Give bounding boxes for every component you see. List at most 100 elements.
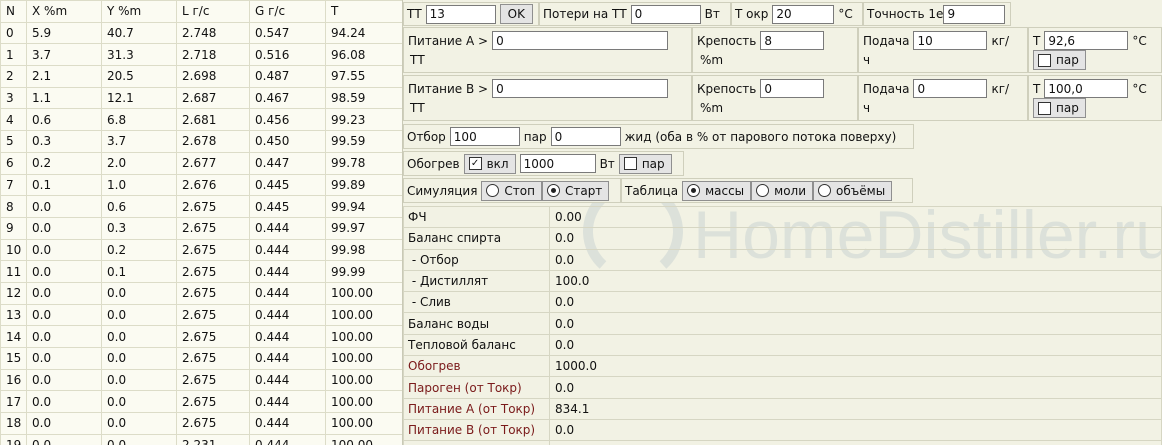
feed-b-supply-cell: Подача кг/ ч	[858, 75, 1028, 121]
cell-y: 20.5	[101, 65, 177, 88]
takeoff-steam-input[interactable]	[550, 127, 621, 146]
tablemode-label: Таблица	[625, 183, 679, 198]
tokr-input[interactable]	[772, 4, 835, 24]
cell-t: 98.59	[325, 86, 402, 110]
cell-x: 1.1	[26, 86, 102, 110]
result-label: - Отбор	[403, 248, 550, 271]
loss-label: Потери на ТТ	[543, 7, 627, 21]
table-row: 15 0.0 0.0 2.675 0.444 100.00	[0, 347, 402, 370]
tablemode-mole-radio[interactable]: моли	[751, 180, 814, 201]
cell-x: 0.0	[26, 325, 102, 348]
table-row: 10 0.0 0.2 2.675 0.444 99.98	[0, 238, 402, 262]
cell-t: 100.00	[325, 390, 402, 414]
result-label: Питание А (от Токр)	[403, 397, 550, 420]
precision-input[interactable]	[943, 4, 1006, 24]
simulation-start-label: Старт	[564, 183, 603, 198]
cell-l: 2.676	[176, 173, 250, 197]
takeoff-row: Отбор пар жид (оба в % от парового поток…	[403, 124, 914, 149]
table-row: 16 0.0 0.0 2.675 0.444 100.00	[0, 368, 402, 392]
heating-power-input[interactable]	[519, 154, 596, 173]
cell-x: 0.3	[26, 130, 102, 153]
feed-a-strength-input[interactable]	[760, 31, 825, 50]
tablemode-mass-radio[interactable]: массы	[682, 180, 752, 201]
table-row: 17 0.0 0.0 2.675 0.444 100.00	[0, 390, 402, 414]
col-header-l: L г/с	[176, 0, 250, 23]
feed-b-t-unit: °С	[1132, 81, 1147, 96]
cell-g: 0.444	[249, 216, 326, 240]
cell-x: 0.6	[26, 108, 102, 132]
cell-g: 0.445	[249, 195, 326, 218]
feed-b-t-input[interactable]	[1044, 79, 1129, 98]
feed-b-steam-checkbox[interactable]: пар	[1033, 98, 1086, 118]
cell-n: 7	[0, 173, 27, 197]
feed-b-stage-input[interactable]	[492, 79, 669, 98]
feed-a-supply-input[interactable]	[913, 31, 988, 50]
result-value: 834.1	[549, 397, 1162, 420]
cell-n: 1	[0, 43, 27, 67]
feed-a-stage-input[interactable]	[492, 31, 669, 50]
cell-n: 4	[0, 108, 27, 132]
table-row: 1 3.7 31.3 2.718 0.516 96.08	[0, 43, 402, 67]
simulation-start-radio[interactable]: Старт	[541, 180, 610, 201]
tablemode-volume-label: объёмы	[836, 183, 886, 198]
results-panel: ФЧ 0.00 Баланс спирта 0.0 - Отбор 0.0 - Дист…	[403, 205, 1162, 445]
result-label: Баланс спирта	[403, 227, 550, 250]
takeoff-input[interactable]	[449, 127, 520, 146]
stage-table-panel: N X %m Y %m L г/с G г/с T 0 5.9 40.7 2.748 0…	[0, 0, 403, 445]
takeoff-note: жид (оба в % от парового потока поверху)	[624, 129, 897, 144]
simulation-stop-radio[interactable]: Стоп	[481, 180, 542, 201]
cell-l: 2.675	[176, 325, 250, 348]
cell-l: 2.675	[176, 260, 250, 283]
loss-input[interactable]	[630, 4, 701, 24]
cell-y: 0.0	[101, 433, 177, 445]
cell-x: 0.0	[26, 412, 102, 435]
cell-n: 17	[0, 390, 27, 414]
heating-unit: Вт	[599, 156, 615, 171]
cell-l: 2.687	[176, 86, 250, 110]
heating-on-checkbox[interactable]: ✓ вкл	[463, 153, 516, 174]
col-header-x: X %m	[26, 0, 102, 23]
cell-t: 97.55	[325, 65, 402, 88]
cell-g: 0.444	[249, 347, 326, 370]
cell-y: 0.6	[101, 195, 177, 218]
table-row: 190.00.02.2310.444100.00	[0, 433, 402, 445]
cell-n: 10	[0, 238, 27, 262]
cell-t: 100.00	[325, 303, 402, 327]
col-header-t: T	[325, 0, 402, 23]
table-row: 5 0.3 3.7 2.678 0.450 99.59	[0, 130, 402, 153]
feed-b-strength-input[interactable]	[760, 79, 825, 98]
result-value: 0.0	[549, 312, 1162, 335]
ok-button[interactable]: OK	[499, 4, 533, 24]
cell-n: 3	[0, 86, 27, 110]
result-value: 0.0	[549, 227, 1162, 250]
feed-a-steam-checkbox[interactable]: пар	[1033, 50, 1086, 70]
tablemode-volume-radio[interactable]: объёмы	[813, 180, 893, 201]
cell-t: 100.00	[325, 347, 402, 370]
control-panel: HomeDistiller.ru ТТ OK Потери на ТТ Вт Т…	[403, 0, 1162, 445]
cell-y: 0.0	[101, 390, 177, 414]
radio-off-icon	[756, 184, 770, 197]
cell-t: 100.00	[325, 325, 402, 348]
table-row: 4 0.6 6.8 2.681 0.456 99.23	[0, 108, 402, 132]
heating-steam-checkbox[interactable]: пар	[618, 153, 672, 174]
feed-a-temp-cell: Т °С пар	[1028, 27, 1162, 73]
feed-b-supply-input[interactable]	[913, 79, 988, 98]
heating-label: Обогрев	[407, 156, 460, 171]
heating-on-label: вкл	[486, 156, 509, 171]
results-row: Питание В (от Токр) 0.0	[403, 418, 1162, 442]
cell-t: 100.00	[325, 433, 402, 445]
radio-on-icon	[546, 184, 560, 197]
feed-a-t-input[interactable]	[1044, 31, 1129, 50]
feed-a-strength-label: Крепость	[697, 33, 757, 48]
table-row: 14 0.0 0.0 2.675 0.444 100.00	[0, 325, 402, 348]
cell-l: 2.675	[176, 281, 250, 305]
result-value: 0.0	[549, 333, 1162, 357]
tt-input[interactable]	[425, 4, 496, 24]
result-value: 0.0	[549, 248, 1162, 271]
cell-t: 99.99	[325, 260, 402, 283]
cell-l: 2.675	[176, 303, 250, 327]
stage-table-header: N X %m Y %m L г/с G г/с T	[0, 0, 402, 23]
cell-g: 0.444	[249, 303, 326, 327]
cell-y: 40.7	[101, 21, 177, 45]
cell-x: 0.0	[26, 195, 102, 218]
